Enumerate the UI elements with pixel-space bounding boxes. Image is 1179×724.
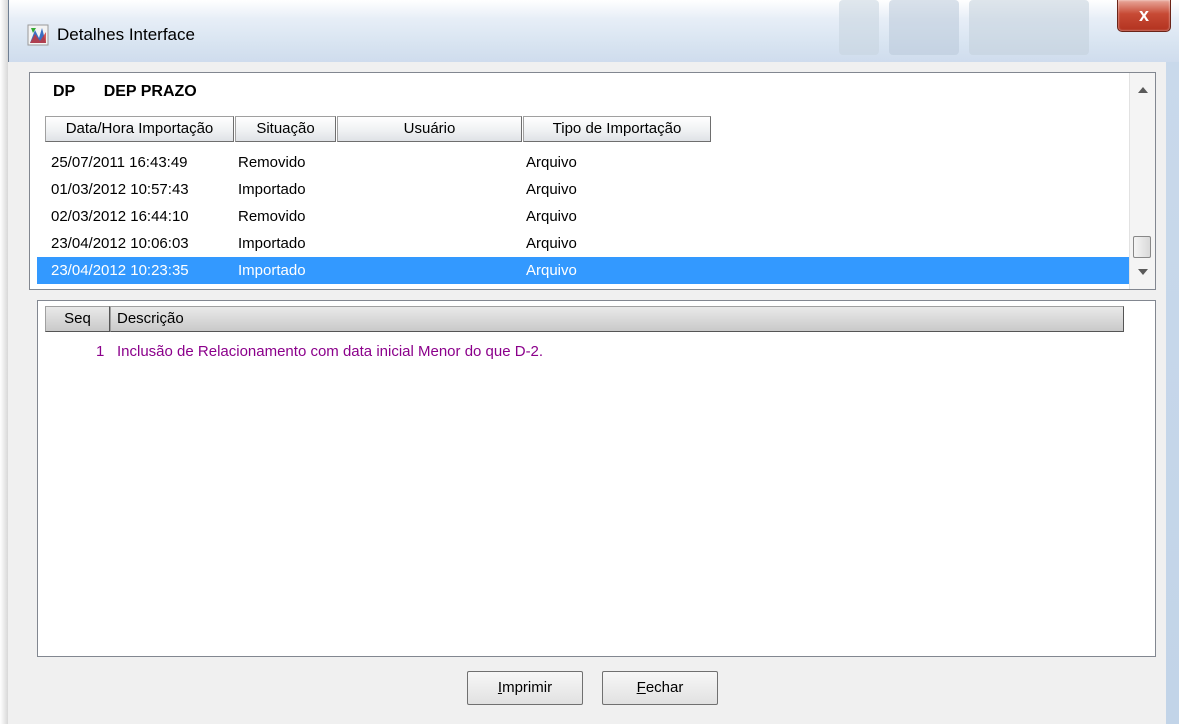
print-button[interactable]: Imprimir bbox=[467, 671, 583, 705]
detail-seq: 1 bbox=[96, 343, 105, 360]
cell-datetime: 23/04/2012 10:06:03 bbox=[51, 235, 189, 252]
detail-description: Inclusão de Relacionamento com data inic… bbox=[117, 343, 544, 360]
vertical-scrollbar[interactable] bbox=[1129, 73, 1155, 289]
window-title: Detalhes Interface bbox=[57, 25, 195, 44]
column-header-datetime[interactable]: Data/Hora Importação bbox=[45, 116, 234, 142]
cell-type: Arquivo bbox=[526, 181, 577, 198]
titlebar-background-shape bbox=[839, 0, 879, 55]
cell-status: Removido bbox=[238, 154, 306, 171]
desktop-edge bbox=[0, 0, 8, 724]
table-row[interactable]: 01/03/2012 10:57:43 Importado Arquivo bbox=[37, 176, 1129, 203]
close-mnemonic: F bbox=[636, 679, 646, 696]
cell-status: Importado bbox=[238, 181, 306, 198]
cell-type: Arquivo bbox=[526, 154, 577, 171]
cell-type: Arquivo bbox=[526, 208, 577, 225]
scroll-up-arrow-icon[interactable] bbox=[1138, 87, 1148, 93]
cell-datetime: 23/04/2012 10:23:35 bbox=[51, 262, 189, 279]
cell-datetime: 01/03/2012 10:57:43 bbox=[51, 181, 189, 198]
table-row[interactable]: 23/04/2012 10:06:03 Importado Arquivo bbox=[37, 230, 1129, 257]
table-row[interactable]: 02/03/2012 16:44:10 Removido Arquivo bbox=[37, 203, 1129, 230]
cell-status: Importado bbox=[238, 262, 306, 279]
print-label: mprimir bbox=[502, 679, 553, 696]
titlebar-background-shape bbox=[889, 0, 959, 55]
scrollbar-thumb[interactable] bbox=[1133, 236, 1151, 258]
titlebar-background-shape bbox=[969, 0, 1089, 55]
table-row[interactable]: 25/07/2011 16:43:49 Removido Arquivo bbox=[37, 149, 1129, 176]
cell-datetime: 25/07/2011 16:43:49 bbox=[51, 154, 188, 171]
cell-datetime: 02/03/2012 16:44:10 bbox=[51, 208, 189, 225]
cell-type: Arquivo bbox=[526, 262, 577, 279]
column-header-seq[interactable]: Seq bbox=[45, 306, 110, 332]
app-icon bbox=[27, 24, 49, 46]
cell-status: Removido bbox=[238, 208, 306, 225]
group-name: DEP PRAZO bbox=[103, 83, 197, 100]
group-code: DP bbox=[53, 83, 76, 100]
table-row-selected[interactable]: 23/04/2012 10:23:35 Importado Arquivo bbox=[37, 257, 1129, 284]
close-button[interactable]: Fechar bbox=[602, 671, 718, 705]
column-header-user[interactable]: Usuário bbox=[337, 116, 522, 142]
scroll-down-arrow-icon[interactable] bbox=[1138, 269, 1148, 275]
title-bar[interactable]: Detalhes Interface x bbox=[9, 0, 1179, 62]
column-header-description[interactable]: Descrição bbox=[110, 306, 1124, 332]
column-header-import-type[interactable]: Tipo de Importação bbox=[523, 116, 711, 142]
close-label: echar bbox=[645, 679, 684, 696]
group-heading: DP DEP PRAZO bbox=[53, 83, 197, 101]
close-window-button[interactable]: x bbox=[1117, 0, 1171, 32]
cell-status: Importado bbox=[238, 235, 306, 252]
column-header-status[interactable]: Situação bbox=[235, 116, 336, 142]
cell-type: Arquivo bbox=[526, 235, 577, 252]
